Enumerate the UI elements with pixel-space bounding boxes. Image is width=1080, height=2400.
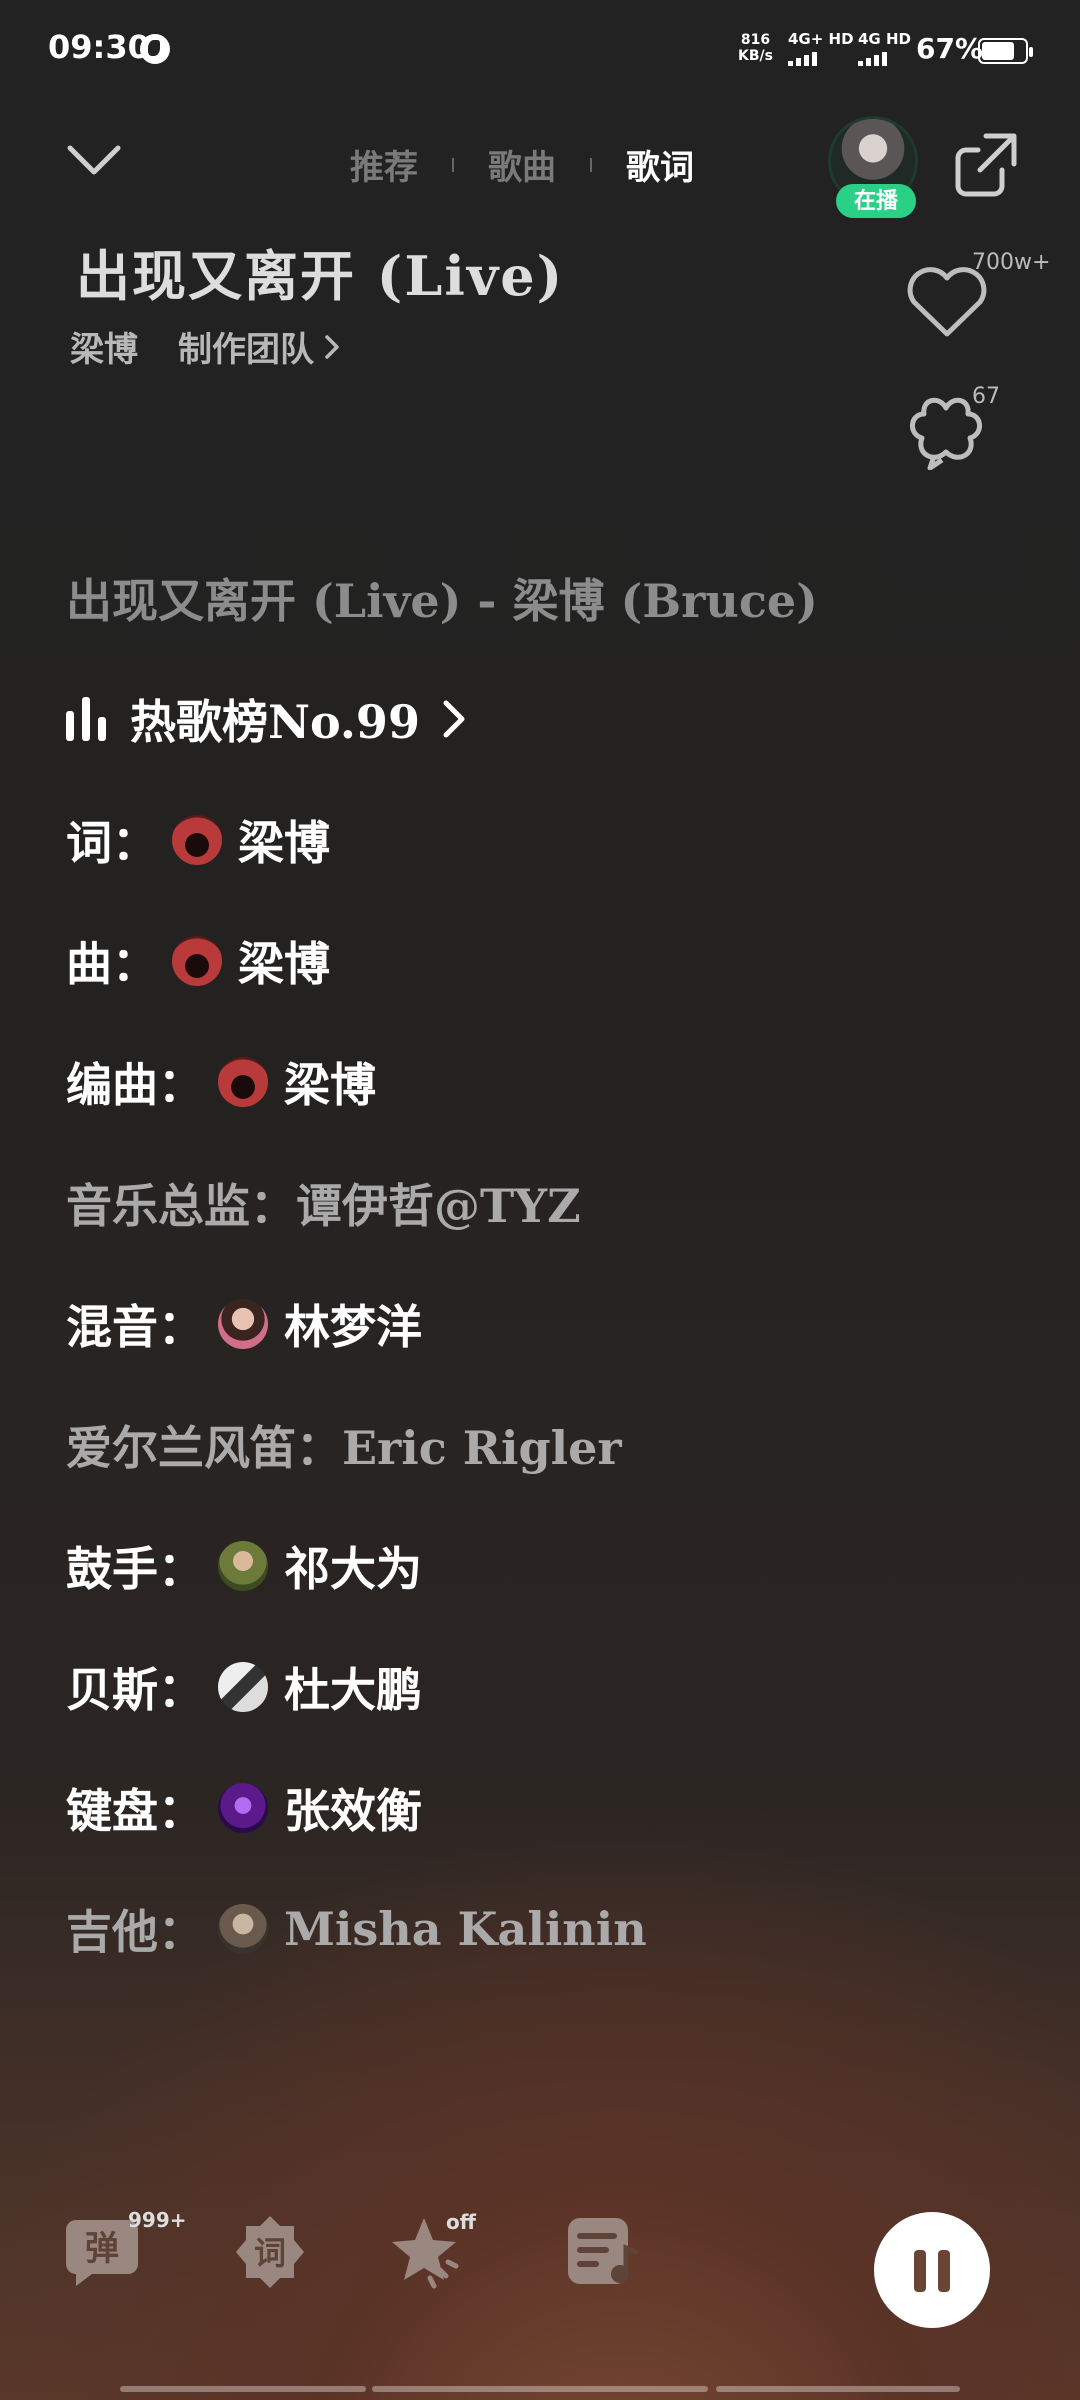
credit-row[interactable]: 鼓手： 祁大为 [66,1534,422,1598]
tab-lyrics[interactable]: 歌词 [626,140,694,189]
bottom-bar: 弹 999+ 词 off [0,2200,1080,2330]
chart-rank-link[interactable]: 热歌榜No.99 [66,687,466,751]
song-meta: 梁博 制作团队 [70,322,340,371]
like-count: 700w+ [972,250,1051,275]
credit-row[interactable]: 编曲： 梁博 [66,1050,376,1114]
tab-divider [452,157,454,172]
avatar [218,1904,268,1954]
credit-row[interactable]: 键盘： 张效衡 [66,1776,422,1840]
signal-icon: 4G+ HD [788,30,854,66]
tab-recommend[interactable]: 推荐 [350,140,418,189]
credit-row[interactable]: 混音： 林梦洋 [66,1292,422,1356]
share-icon[interactable] [950,130,1020,200]
progress-segment[interactable] [120,2386,366,2392]
svg-text:词: 词 [254,2234,286,2272]
status-bar: 09:30 816 KB/s 4G+ HD 4G HD 67% [0,0,1080,100]
svg-text:弹: 弹 [85,2229,119,2269]
network-speed: 816 KB/s [738,32,773,64]
playing-badge: 在播 [836,184,916,218]
effect-state: off [446,2210,476,2234]
avatar [218,1299,268,1349]
top-nav: 推荐 歌曲 歌词 在播 [0,110,1080,220]
avatar [218,1783,268,1833]
avatar [172,936,222,986]
credit-row-plain: 音乐总监：谭伊哲@TYZ [66,1179,581,1233]
status-time: 09:30 [48,28,150,66]
lyrics-effect-icon[interactable]: 词 [230,2212,310,2292]
pause-icon [914,2250,926,2292]
battery-percent: 67% [916,32,984,65]
now-playing-avatar[interactable]: 在播 [828,116,924,218]
globe-icon [140,34,170,64]
danmaku-count: 999+ [128,2208,187,2232]
comment-count: 67 [972,384,1000,409]
playlist-icon[interactable] [562,2212,642,2292]
chevron-right-icon [325,334,339,359]
tab-song[interactable]: 歌曲 [488,140,556,189]
avatar [218,1662,268,1712]
avatar [172,815,222,865]
song-title: 出现又离开 (Live) [76,244,565,308]
credit-row-plain: 爱尔兰风笛：Eric Rigler [66,1421,622,1475]
tab-divider [590,157,592,172]
credit-row[interactable]: 吉他： Misha Kalinin [66,1897,647,1961]
credit-row[interactable]: 曲： 梁博 [66,929,330,993]
team-link[interactable]: 制作团队 [178,322,340,371]
credit-row[interactable]: 词： 梁博 [66,808,330,872]
chevron-down-icon[interactable] [66,140,122,180]
lyrics-heading: 出现又离开 (Live) - 梁博 (Bruce) [66,574,818,628]
avatar [218,1541,268,1591]
pause-button[interactable] [874,2212,990,2328]
chevron-right-icon [443,700,465,738]
avatar [218,1057,268,1107]
progress-segment[interactable] [716,2386,960,2392]
chart-icon [66,697,106,741]
signal-icon: 4G HD [858,30,911,66]
battery-icon [978,38,1033,64]
tab-bar: 推荐 歌曲 歌词 [350,140,694,189]
progress-segment[interactable] [372,2386,708,2392]
artist-link[interactable]: 梁博 [70,322,138,371]
credit-row[interactable]: 贝斯： 杜大鹏 [66,1655,422,1719]
